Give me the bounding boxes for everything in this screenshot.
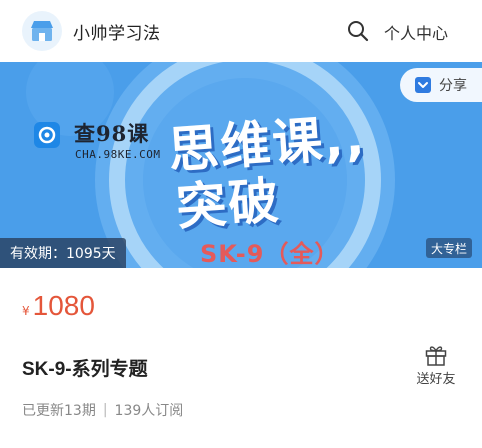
- price-amount: 1080: [32, 290, 95, 321]
- brand-name: 查98课: [74, 121, 150, 146]
- share-label: 分享: [439, 78, 467, 94]
- course-banner: 分享 查98课 CHA.98KE.COM 思维课,, 突破 SK-9（全） 有效…: [0, 62, 482, 268]
- banner-title-line2: 突破: [174, 171, 283, 237]
- price: ¥ 1080: [22, 290, 95, 322]
- shop-name[interactable]: 小帅学习法: [73, 19, 161, 44]
- validity-badge: 有效期：1095天: [0, 238, 126, 268]
- gift-to-friend-button[interactable]: 送好友: [412, 344, 460, 387]
- gift-icon: [425, 346, 447, 366]
- shop-avatar[interactable]: [22, 11, 62, 51]
- meta-separator: |: [102, 402, 108, 418]
- gift-label: 送好友: [416, 372, 456, 387]
- shop-icon: [31, 21, 53, 41]
- brand-domain: CHA.98KE.COM: [75, 148, 161, 161]
- profile-link[interactable]: 个人中心: [384, 20, 448, 44]
- brand-logo-icon: [34, 122, 60, 148]
- course-meta: 已更新13期 | 139人订阅: [22, 400, 183, 420]
- share-button[interactable]: 分享: [400, 68, 482, 102]
- subscriber-count: 139人订阅: [114, 403, 184, 419]
- header-bar: 小帅学习法 个人中心: [0, 0, 482, 62]
- currency-symbol: ¥: [22, 304, 30, 318]
- update-count: 已更新13期: [22, 403, 96, 419]
- column-tag: 大专栏: [426, 238, 473, 258]
- search-icon[interactable]: [346, 19, 370, 43]
- share-icon: [415, 77, 431, 93]
- banner-subtitle: SK-9（全）: [200, 240, 340, 268]
- course-title: SK-9-系列专题: [22, 359, 148, 380]
